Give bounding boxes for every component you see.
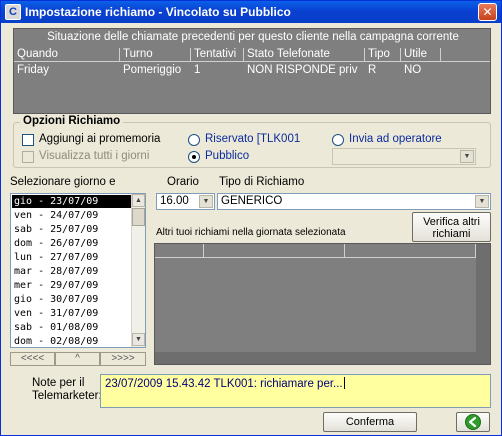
radio-selected-dot	[192, 155, 196, 159]
radio-reserved[interactable]	[188, 134, 200, 146]
show-all-days-label[interactable]: Visualizza tutti i giorni	[39, 150, 149, 162]
day-selector-label: Selezionare giorno e	[10, 176, 116, 188]
back-button[interactable]	[456, 412, 490, 432]
grid-col-2[interactable]	[204, 244, 345, 258]
day-list-scrollbar[interactable]: ▲ ▼	[131, 194, 145, 347]
grid-col-1[interactable]	[155, 244, 204, 258]
history-col-turno[interactable]: Turno	[120, 48, 191, 61]
days-today-button[interactable]: ^	[55, 352, 100, 366]
history-cell-quando: Friday	[17, 64, 49, 76]
history-col-tipo[interactable]: Tipo	[365, 48, 401, 61]
operator-select[interactable]: ▼	[332, 148, 476, 165]
history-caption: Situazione delle chiamate precedenti per…	[47, 31, 459, 43]
close-icon[interactable]: ✕	[478, 3, 497, 21]
add-reminder-checkbox[interactable]	[22, 134, 34, 146]
options-group-title: Opzioni Richiamo	[20, 115, 124, 127]
time-select-value: 16.00	[160, 195, 189, 207]
history-cell-turno: Pomeriggio	[123, 64, 182, 76]
text-caret	[343, 377, 345, 389]
other-calls-grid[interactable]	[154, 243, 491, 365]
list-item[interactable]: ven - 31/07/09	[12, 307, 131, 320]
notes-text: 23/07/2009 15.43.42 TLK001: richiamare p…	[105, 377, 345, 390]
call-history-table: Situazione delle chiamate precedenti per…	[13, 28, 491, 114]
history-col-tentativi[interactable]: Tentativi	[191, 48, 244, 61]
notes-label: Note per il Telemarketer:	[32, 377, 102, 402]
radio-public-label[interactable]: Pubblico	[205, 150, 249, 162]
history-col-utile[interactable]: Utile	[401, 48, 441, 61]
history-col-stato[interactable]: Stato Telefonate	[244, 48, 365, 61]
callback-type-label: Tipo di Richiamo	[219, 176, 305, 188]
scroll-down-icon[interactable]: ▼	[132, 333, 145, 346]
list-item[interactable]: gio - 30/07/09	[12, 293, 131, 306]
verify-other-calls-button[interactable]: Verifica altri richiami	[412, 212, 491, 242]
radio-reserved-label[interactable]: Riservato [TLK001	[205, 133, 300, 145]
history-col-quando[interactable]: Quando	[14, 48, 120, 61]
table-row[interactable]: Friday Pomeriggio 1 NON RISPONDE priv R …	[14, 64, 490, 78]
callback-options-group: Opzioni Richiamo Aggiungi ai promemoria …	[13, 115, 491, 168]
notes-field[interactable]: 23/07/2009 15.43.42 TLK001: richiamare p…	[100, 374, 491, 408]
arrow-left-green-icon	[465, 414, 481, 430]
scroll-thumb[interactable]	[132, 208, 145, 226]
list-item[interactable]: dom - 26/07/09	[12, 237, 131, 250]
history-cell-tentativi: 1	[194, 64, 201, 76]
list-item[interactable]: gio - 23/07/09	[12, 195, 131, 208]
chevron-down-icon[interactable]: ▼	[475, 195, 489, 208]
days-prev-button[interactable]: <<<<	[10, 352, 55, 366]
callback-type-value: GENERICO	[221, 195, 283, 207]
list-item[interactable]: ven - 24/07/09	[12, 209, 131, 222]
grid-header	[155, 244, 490, 258]
app-logo-icon: C	[5, 4, 21, 20]
window-title: Impostazione richiamo - Vincolato su Pub…	[25, 5, 291, 19]
history-cell-tipo: R	[368, 64, 377, 76]
time-label: Orario	[167, 176, 199, 188]
radio-public[interactable]	[188, 151, 200, 163]
title-bar[interactable]: C Impostazione richiamo - Vincolato su P…	[1, 1, 501, 23]
callback-type-select[interactable]: GENERICO ▼	[217, 193, 491, 210]
other-calls-label: Altri tuoi richiami nella giornata selez…	[156, 227, 346, 238]
chevron-down-icon[interactable]: ▼	[460, 150, 474, 163]
history-cell-stato: NON RISPONDE priv	[247, 64, 358, 76]
chevron-down-icon[interactable]: ▼	[199, 195, 213, 208]
list-item[interactable]: lun - 27/07/09	[12, 251, 131, 264]
grid-col-3[interactable]	[345, 244, 476, 258]
days-next-button[interactable]: >>>>	[100, 352, 146, 366]
list-item[interactable]: sab - 25/07/09	[12, 223, 131, 236]
day-list[interactable]: gio - 23/07/09 ven - 24/07/09 sab - 25/0…	[10, 193, 146, 348]
list-item[interactable]: dom - 02/08/09	[12, 335, 131, 347]
scroll-up-icon[interactable]: ▲	[132, 194, 145, 207]
show-all-days-checkbox[interactable]	[22, 151, 34, 163]
radio-send-operator-label[interactable]: Invia ad operatore	[349, 133, 442, 145]
grid-horizontal-scrollbar[interactable]	[155, 352, 490, 364]
list-item[interactable]: sab - 01/08/09	[12, 321, 131, 334]
list-item[interactable]: mar - 28/07/09	[12, 265, 131, 278]
radio-send-operator[interactable]	[332, 134, 344, 146]
dialog-window: C Impostazione richiamo - Vincolato su P…	[0, 0, 502, 436]
time-select[interactable]: 16.00 ▼	[156, 193, 215, 210]
grid-vertical-scrollbar[interactable]	[476, 244, 490, 364]
history-cell-utile: NO	[404, 64, 422, 76]
list-item[interactable]: mer - 29/07/09	[12, 279, 131, 292]
confirm-button[interactable]: Conferma	[323, 412, 417, 432]
add-reminder-label[interactable]: Aggiungi ai promemoria	[39, 133, 160, 145]
history-header: Quando Turno Tentativi Stato Telefonate …	[14, 48, 490, 62]
